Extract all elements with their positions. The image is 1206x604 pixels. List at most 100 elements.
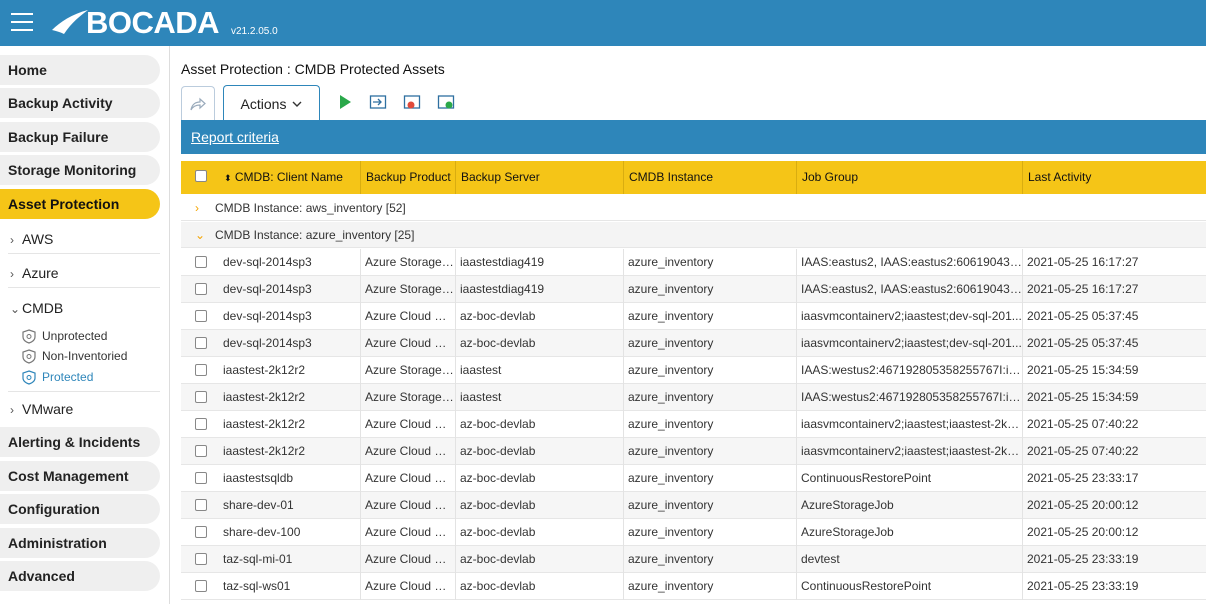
- sidebar-item-alerting-incidents[interactable]: Alerting & Incidents: [0, 427, 160, 457]
- cell-client-name: iaastest-2k12r2: [219, 357, 361, 384]
- row-checkbox[interactable]: [195, 337, 207, 349]
- table-row[interactable]: share-dev-01 Azure Cloud Re... az-boc-devl…: [181, 492, 1206, 519]
- cell-last-activity: 2021-05-25 20:00:12: [1027, 498, 1139, 512]
- report-criteria-link[interactable]: Report criteria: [191, 129, 279, 145]
- export-icon[interactable]: [369, 93, 387, 111]
- row-checkbox[interactable]: [195, 580, 207, 592]
- cell-job-group: iaasvmcontainerv2;iaastest;dev-sql-201..…: [797, 303, 1023, 330]
- cell-job-group: IAAS:westus2:467192805358255767I:iaa...: [797, 384, 1023, 411]
- row-checkbox[interactable]: [195, 499, 207, 511]
- sidebar-item-administration[interactable]: Administration: [0, 528, 160, 558]
- row-checkbox[interactable]: [195, 283, 207, 295]
- table-row[interactable]: dev-sql-2014sp3 Azure Storage ... iaastest…: [181, 249, 1206, 276]
- table-row[interactable]: dev-sql-2014sp3 Azure Cloud Re... az-boc-d…: [181, 303, 1206, 330]
- sidebar-leaf-label: Protected: [42, 370, 94, 384]
- chevron-down-icon: [292, 101, 302, 107]
- table-row[interactable]: taz-sql-mi-01 Azure Cloud Re... az-boc-dev…: [181, 546, 1206, 573]
- cell-last-activity: 2021-05-25 23:33:17: [1027, 471, 1139, 485]
- cell-backup-product: Azure Cloud Re...: [361, 465, 456, 492]
- sidebar-item-configuration[interactable]: Configuration: [0, 494, 160, 524]
- row-checkbox[interactable]: [195, 553, 207, 565]
- row-checkbox[interactable]: [195, 445, 207, 457]
- sidebar-divider: [8, 391, 160, 392]
- column-header-backup-server[interactable]: Backup Server: [456, 161, 624, 194]
- cell-backup-server: az-boc-devlab: [456, 573, 624, 600]
- app-version: v21.2.05.0: [231, 26, 278, 37]
- cell-cmdb-instance: azure_inventory: [624, 492, 797, 519]
- sidebar-item-storage-monitoring[interactable]: Storage Monitoring: [0, 155, 160, 185]
- cell-cmdb-instance: azure_inventory: [624, 303, 797, 330]
- row-checkbox[interactable]: [195, 472, 207, 484]
- cell-client-name: share-dev-100: [219, 519, 361, 546]
- sidebar-leaf-protected[interactable]: Protected: [22, 368, 93, 386]
- sidebar-sub-label: Azure: [22, 265, 59, 281]
- share-icon: [190, 97, 206, 110]
- cell-backup-server: iaastest: [456, 357, 624, 384]
- group-row-aws[interactable]: › CMDB Instance: aws_inventory [52]: [181, 195, 1206, 221]
- cell-client-name: taz-sql-ws01: [219, 573, 361, 600]
- cell-backup-product: Azure Cloud Re...: [361, 573, 456, 600]
- remove-icon[interactable]: [403, 93, 421, 111]
- actions-label: Actions: [240, 95, 287, 112]
- sidebar-item-cost-management[interactable]: Cost Management: [0, 461, 160, 491]
- table-row[interactable]: taz-sql-ws01 Azure Cloud Re... az-boc-devl…: [181, 573, 1206, 600]
- cell-cmdb-instance: azure_inventory: [624, 357, 797, 384]
- sidebar-item-backup-failure[interactable]: Backup Failure: [0, 122, 160, 152]
- table-row[interactable]: iaastestsqldb Azure Cloud Re... az-boc-dev…: [181, 465, 1206, 492]
- sidebar-item-advanced[interactable]: Advanced: [0, 561, 160, 591]
- actions-dropdown[interactable]: Actions: [223, 85, 320, 121]
- cell-cmdb-instance: azure_inventory: [624, 465, 797, 492]
- cell-last-activity: 2021-05-25 05:37:45: [1027, 336, 1139, 350]
- sidebar-leaf-unprotected[interactable]: Unprotected: [22, 327, 107, 345]
- chevron-down-icon: ⌄: [195, 228, 206, 242]
- row-checkbox[interactable]: [195, 526, 207, 538]
- add-icon[interactable]: [437, 93, 455, 111]
- sidebar-item-home[interactable]: Home: [0, 55, 160, 85]
- row-checkbox[interactable]: [195, 256, 207, 268]
- cell-job-group: AzureStorageJob: [797, 519, 1023, 546]
- row-checkbox[interactable]: [195, 364, 207, 376]
- table-row[interactable]: iaastest-2k12r2 Azure Storage ... iaastest…: [181, 384, 1206, 411]
- sidebar-item-backup-activity[interactable]: Backup Activity: [0, 88, 160, 118]
- table-row[interactable]: share-dev-100 Azure Cloud Re... az-boc-dev…: [181, 519, 1206, 546]
- row-checkbox[interactable]: [195, 391, 207, 403]
- sidebar-sub-aws[interactable]: › AWS: [8, 224, 160, 254]
- row-checkbox[interactable]: [195, 310, 207, 322]
- sidebar-item-asset-protection[interactable]: Asset Protection: [0, 189, 160, 219]
- cell-last-activity: 2021-05-25 20:00:12: [1027, 525, 1139, 539]
- cell-backup-product: Azure Cloud Re...: [361, 438, 456, 465]
- row-checkbox[interactable]: [195, 418, 207, 430]
- column-header-client-name[interactable]: ⬍ CMDB: Client Name: [219, 161, 361, 194]
- table-row[interactable]: iaastest-2k12r2 Azure Cloud Re... az-boc-d…: [181, 411, 1206, 438]
- column-header-cmdb-instance[interactable]: CMDB Instance: [624, 161, 797, 194]
- hamburger-icon[interactable]: [11, 13, 33, 31]
- cell-backup-product: Azure Storage ...: [361, 357, 456, 384]
- cell-last-activity: 2021-05-25 23:33:19: [1027, 552, 1139, 566]
- sort-icon: ⬍: [224, 173, 232, 183]
- group-row-azure[interactable]: ⌄ CMDB Instance: azure_inventory [25]: [181, 222, 1206, 248]
- logo-swoosh-icon: [52, 10, 88, 34]
- select-all-checkbox[interactable]: [195, 170, 207, 182]
- sidebar-sub-azure[interactable]: › Azure: [8, 258, 160, 288]
- sidebar-sub-label: CMDB: [22, 300, 64, 316]
- cell-backup-product: Azure Cloud Re...: [361, 330, 456, 357]
- cell-backup-product: Azure Cloud Re...: [361, 546, 456, 573]
- cell-backup-product: Azure Storage ...: [361, 249, 456, 276]
- table-row[interactable]: iaastest-2k12r2 Azure Storage ... iaastest…: [181, 357, 1206, 384]
- cell-client-name: taz-sql-mi-01: [219, 546, 361, 573]
- column-header-job-group[interactable]: Job Group: [797, 161, 1023, 194]
- cell-backup-product: Azure Cloud Re...: [361, 411, 456, 438]
- group-label: CMDB Instance: azure_inventory [25]: [215, 228, 415, 242]
- table-row[interactable]: dev-sql-2014sp3 Azure Cloud Re... az-boc-d…: [181, 330, 1206, 357]
- table-row[interactable]: dev-sql-2014sp3 Azure Storage ... iaastest…: [181, 276, 1206, 303]
- sidebar-leaf-non-inventoried[interactable]: Non-Inventoried: [22, 347, 127, 365]
- share-button[interactable]: [181, 86, 215, 120]
- sidebar-sub-cmdb[interactable]: ⌄ CMDB: [8, 293, 160, 323]
- shield-icon: [22, 328, 36, 344]
- cell-last-activity: 2021-05-25 15:34:59: [1027, 390, 1139, 404]
- table-row[interactable]: iaastest-2k12r2 Azure Cloud Re... az-boc-d…: [181, 438, 1206, 465]
- column-header-backup-product[interactable]: Backup Product: [361, 161, 456, 194]
- sidebar-sub-vmware[interactable]: › VMware: [8, 394, 160, 424]
- column-header-last-activity[interactable]: Last Activity: [1023, 161, 1206, 194]
- play-icon[interactable]: [336, 93, 354, 111]
